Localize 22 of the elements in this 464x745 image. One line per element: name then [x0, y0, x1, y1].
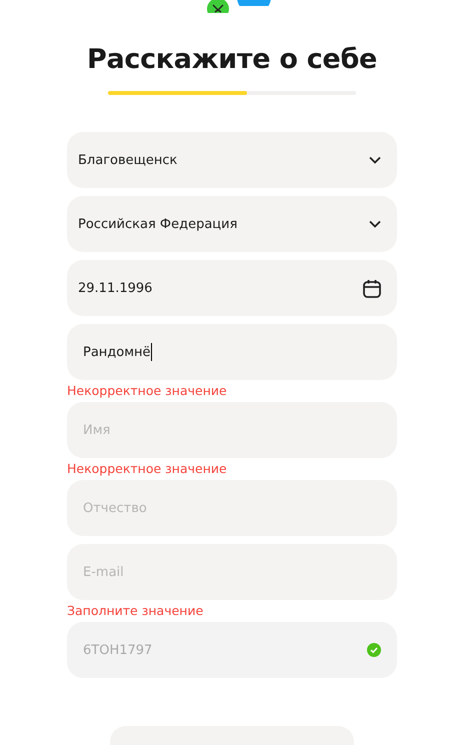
circle-logo-icon [237, 0, 271, 6]
field-value: 29.11.1996 [78, 280, 152, 296]
field-value: 6TOH1797 [83, 642, 152, 658]
field-value: Благовещенск [78, 152, 178, 168]
page-title: Расскажите о себе [86, 44, 378, 75]
chevron-down-icon [369, 156, 381, 164]
field-placeholder: Имя [83, 422, 110, 438]
app-logo-icon [207, 0, 229, 13]
date-field[interactable]: 29.11.1996 [67, 260, 397, 316]
error-message: Некорректное значение [67, 460, 228, 478]
field-value: Российская Федерация [78, 216, 238, 232]
field-placeholder: E-mail [83, 564, 124, 580]
calendar-icon [363, 278, 381, 298]
error-message: Некорректное значение [67, 382, 228, 400]
field-placeholder: Отчество [83, 500, 147, 516]
input-field[interactable]: Рандомнё [67, 324, 397, 380]
check-circle-icon [367, 643, 381, 657]
error-message: Заполните значение [67, 602, 204, 620]
field-value: Рандомнё [83, 344, 151, 360]
chevron-down-icon [369, 220, 381, 228]
select-field[interactable]: Благовещенск [67, 132, 397, 188]
select-field[interactable]: Российская Федерация [67, 196, 397, 252]
